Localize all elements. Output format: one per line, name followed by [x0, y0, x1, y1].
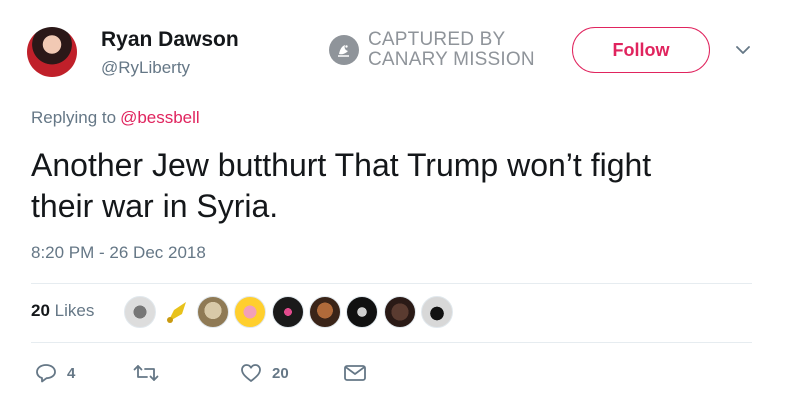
tweet-line-1: Another Jew butthurt That Trump won’t fi…	[31, 147, 652, 183]
replying-to: Replying to @bessbell	[31, 108, 200, 128]
chevron-down-icon[interactable]	[733, 40, 753, 60]
canary-mission-watermark: CAPTURED BY CANARY MISSION	[329, 30, 535, 70]
liker-avatar[interactable]	[272, 296, 304, 328]
direct-message-button[interactable]	[343, 363, 367, 383]
tweet-text: Another Jew butthurt That Trump won’t fi…	[31, 145, 771, 227]
retweet-icon	[133, 365, 159, 381]
likes-count-link[interactable]: 20 Likes	[31, 301, 94, 321]
like-button[interactable]: 20	[240, 363, 289, 383]
liker-avatar[interactable]	[160, 296, 192, 328]
like-count: 20	[272, 364, 289, 382]
reply-mention-link[interactable]: @bessbell	[120, 108, 200, 127]
tweet-line-2: their war in Syria.	[31, 188, 279, 224]
liker-avatar[interactable]	[421, 296, 453, 328]
divider-top	[31, 283, 752, 284]
liker-avatar[interactable]	[197, 296, 229, 328]
canary-mission-logo-icon	[329, 35, 359, 65]
reply-icon	[36, 364, 56, 383]
likes-count-number: 20	[31, 301, 50, 320]
watermark-line-1: CAPTURED BY	[368, 29, 506, 50]
tweet-timestamp[interactable]: 8:20 PM - 26 Dec 2018	[31, 243, 206, 263]
divider-bottom	[31, 342, 752, 343]
liker-avatar[interactable]	[346, 296, 378, 328]
author-handle[interactable]: @RyLiberty	[101, 58, 190, 78]
reply-button[interactable]: 4	[35, 363, 75, 383]
liker-avatar[interactable]	[124, 296, 156, 328]
watermark-line-2: CANARY MISSION	[368, 49, 535, 70]
heart-icon	[241, 364, 261, 382]
author-avatar[interactable]	[27, 27, 77, 77]
reply-count: 4	[67, 364, 76, 382]
follow-button[interactable]: Follow	[572, 27, 710, 73]
retweet-button[interactable]	[133, 363, 169, 383]
replying-prefix: Replying to	[31, 108, 117, 127]
likes-count-label: Likes	[54, 301, 95, 320]
author-name[interactable]: Ryan Dawson	[101, 28, 239, 52]
liker-avatar[interactable]	[384, 296, 416, 328]
liker-avatar[interactable]	[234, 296, 266, 328]
liker-avatar[interactable]	[309, 296, 341, 328]
envelope-icon	[344, 365, 366, 381]
